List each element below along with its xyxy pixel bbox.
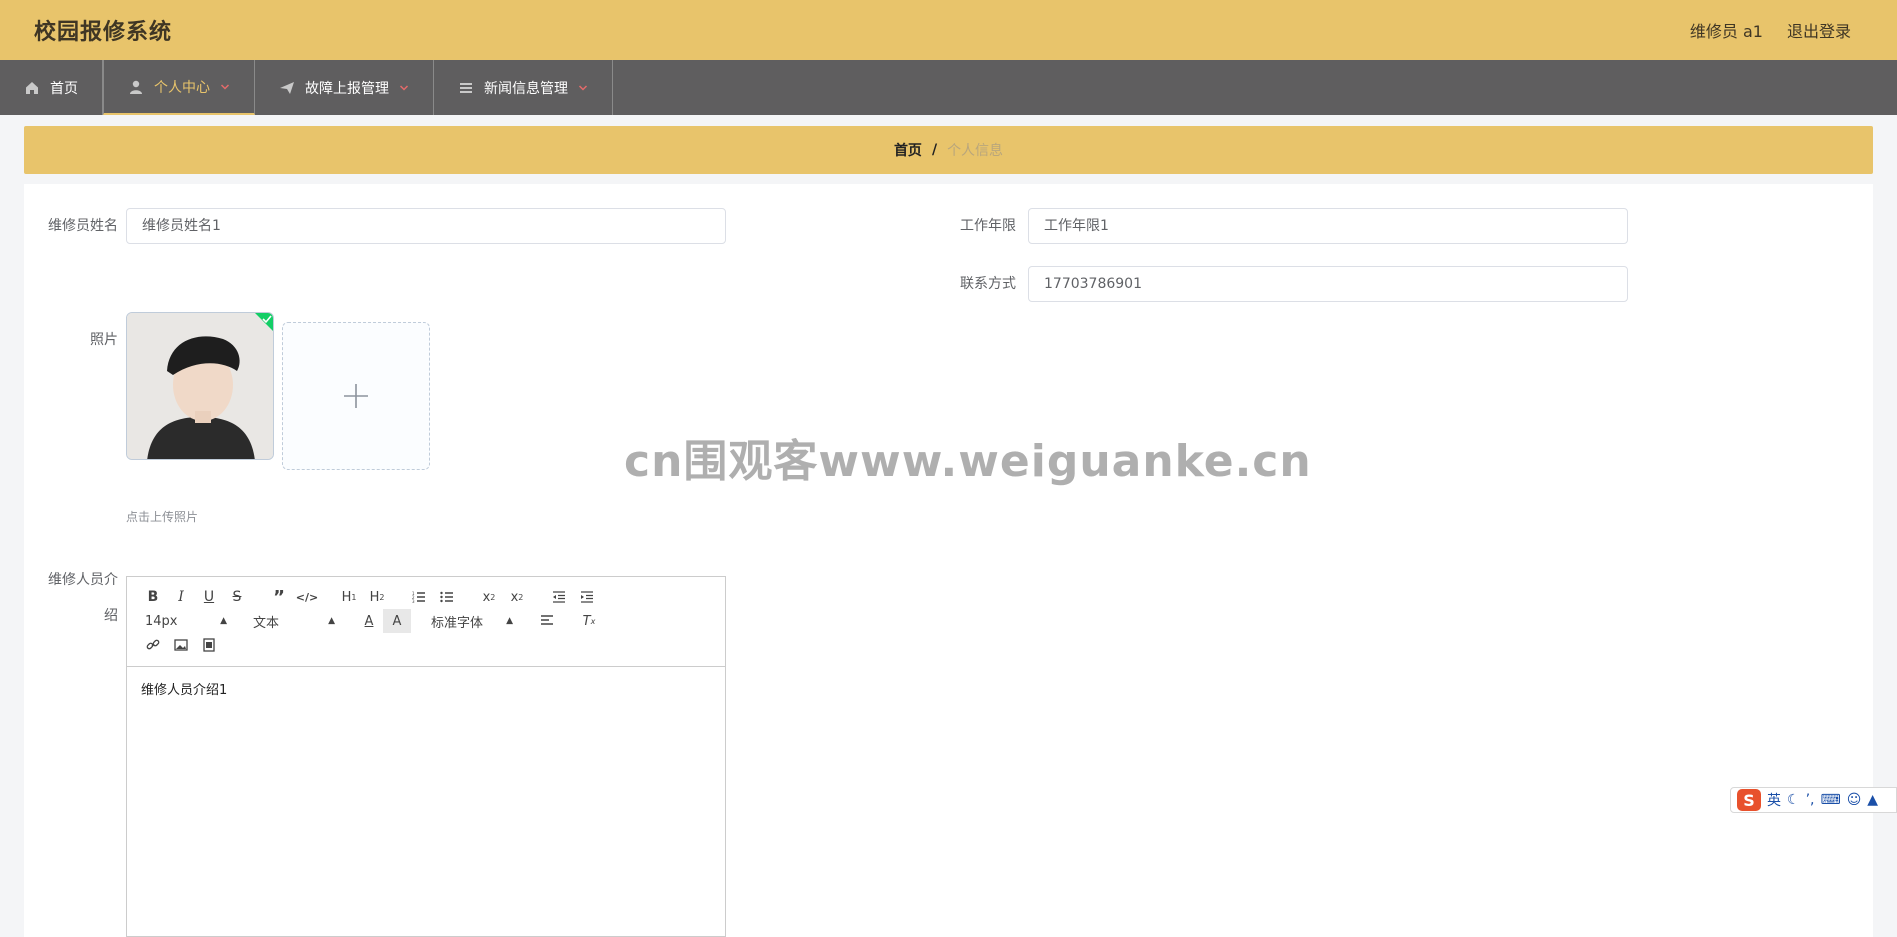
years-input[interactable]: 工作年限1 <box>1028 208 1628 244</box>
punctuation-icon[interactable]: ’, <box>1806 792 1815 808</box>
h2-icon[interactable]: H2 <box>363 585 391 609</box>
image-icon[interactable] <box>167 633 195 657</box>
text-type-value: 文本 <box>253 615 280 631</box>
nav-label-fault-report: 故障上报管理 <box>305 80 389 97</box>
name-input[interactable]: 维修员姓名1 <box>126 208 726 244</box>
keyboard-icon[interactable]: ⌨ <box>1820 792 1840 808</box>
plus-icon <box>344 384 368 408</box>
nav-label-news: 新闻信息管理 <box>484 80 568 97</box>
font-size-value: 14px <box>145 613 178 629</box>
uploaded-photo[interactable] <box>126 312 274 460</box>
rich-text-editor: B I U S ” </> H1 H2 123 x2 x2 14px ▲ 文本 … <box>126 576 726 937</box>
name-label: 维修员姓名 <box>48 218 118 234</box>
code-icon[interactable]: </> <box>293 585 321 609</box>
nav-label-home: 首页 <box>50 80 78 97</box>
breadcrumb-separator: / <box>931 142 938 158</box>
chevron-down-icon <box>578 84 588 91</box>
skin-icon[interactable]: ▲ <box>1867 792 1878 808</box>
outdent-icon[interactable] <box>545 585 573 609</box>
years-label: 工作年限 <box>960 218 1016 234</box>
select-arrows-icon: ▲ <box>220 616 227 626</box>
chevron-down-icon <box>399 84 409 91</box>
list-icon <box>460 82 472 93</box>
text-type-select[interactable]: 文本 ▲ <box>247 609 341 633</box>
superscript-icon[interactable]: x2 <box>503 585 531 609</box>
nav-item-news[interactable]: 新闻信息管理 <box>434 60 613 115</box>
ime-toolbar[interactable]: S 英 ☾ ’, ⌨ ☺ ▲ <box>1730 787 1897 813</box>
indent-icon[interactable] <box>573 585 601 609</box>
font-family-select[interactable]: 标准字体 ▲ <box>425 609 519 633</box>
avatar-image <box>127 313 273 459</box>
moon-icon[interactable]: ☾ <box>1787 792 1800 808</box>
intro-label: 维修人员介绍 <box>48 572 118 624</box>
underline-icon[interactable]: U <box>195 585 223 609</box>
font-size-select[interactable]: 14px ▲ <box>139 609 233 633</box>
clear-format-icon[interactable]: Tx <box>575 609 603 633</box>
subscript-icon[interactable]: x2 <box>475 585 503 609</box>
nav-item-home[interactable]: 首页 <box>0 60 103 115</box>
photo-label: 照片 <box>90 332 118 348</box>
strike-icon[interactable]: S <box>223 585 251 609</box>
editor-content[interactable]: 维修人员介绍1 <box>127 667 725 710</box>
nav-label-personal-center: 个人中心 <box>154 79 210 96</box>
h1-icon[interactable]: H1 <box>335 585 363 609</box>
align-icon[interactable] <box>533 609 561 633</box>
breadcrumb-current: 个人信息 <box>947 143 1004 159</box>
link-icon[interactable] <box>139 633 167 657</box>
nav-item-personal-center[interactable]: 个人中心 <box>103 60 255 115</box>
font-family-value: 标准字体 <box>431 615 484 631</box>
send-icon <box>280 81 294 94</box>
bold-icon[interactable]: B <box>139 585 167 609</box>
breadcrumb: 首页 / 个人信息 <box>24 126 1873 174</box>
ordered-list-icon[interactable]: 123 <box>405 585 433 609</box>
user-icon[interactable]: ☺ <box>1847 792 1862 808</box>
select-arrows-icon: ▲ <box>506 616 513 626</box>
user-area: 维修员 a1 退出登录 <box>1690 18 1851 42</box>
font-color-icon[interactable]: A <box>355 609 383 633</box>
nav-item-fault-report[interactable]: 故障上报管理 <box>255 60 434 115</box>
upload-photo-button[interactable] <box>282 322 430 470</box>
ime-mode[interactable]: 英 <box>1767 790 1781 810</box>
current-user: 维修员 a1 <box>1689 22 1763 41</box>
blockquote-icon[interactable]: ” <box>265 585 293 609</box>
editor-toolbar: B I U S ” </> H1 H2 123 x2 x2 14px ▲ 文本 … <box>127 577 725 667</box>
sogou-logo-icon: S <box>1737 789 1761 811</box>
contact-label: 联系方式 <box>960 276 1016 292</box>
svg-text:3: 3 <box>412 599 415 603</box>
contact-input[interactable]: 17703786901 <box>1028 266 1628 302</box>
breadcrumb-home[interactable]: 首页 <box>894 140 922 160</box>
top-header: 校园报修系统 维修员 a1 退出登录 <box>0 0 1897 60</box>
logout-link[interactable]: 退出登录 <box>1787 18 1851 42</box>
chevron-down-icon <box>220 83 230 90</box>
profile-form: 维修员姓名 维修员姓名1 工作年限 工作年限1 联系方式 17703786901… <box>24 184 1873 937</box>
select-arrows-icon: ▲ <box>328 616 335 626</box>
user-icon <box>130 80 142 94</box>
background-color-icon[interactable]: A <box>383 609 411 633</box>
video-icon[interactable] <box>195 633 223 657</box>
italic-icon[interactable]: I <box>167 585 195 609</box>
bullet-list-icon[interactable] <box>433 585 461 609</box>
app-title: 校园报修系统 <box>34 20 173 45</box>
upload-hint[interactable]: 点击上传照片 <box>126 508 198 525</box>
main-nav: 首页 个人中心 故障上报管理 新闻信息管理 <box>0 60 1897 115</box>
home-icon <box>26 81 38 94</box>
